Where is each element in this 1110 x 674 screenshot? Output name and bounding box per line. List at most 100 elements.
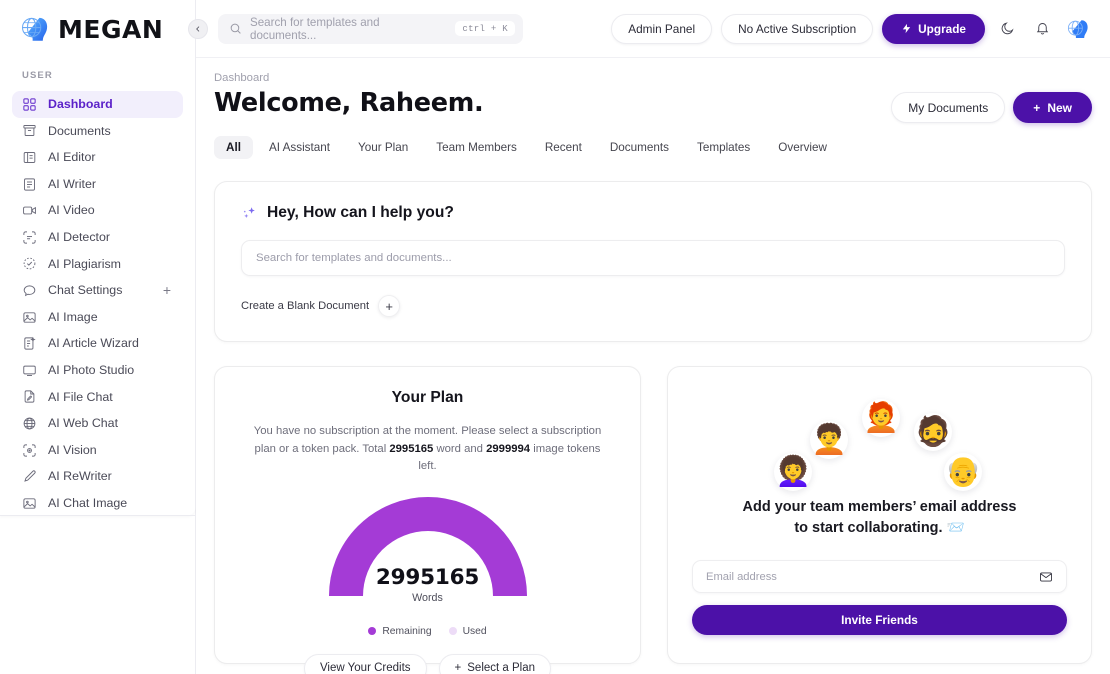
avatar[interactable] — [1064, 15, 1092, 43]
tab-documents[interactable]: Documents — [598, 136, 681, 159]
sidebar-nav-list: Dashboard Documents AI Editor AI Writer AI V… — [0, 91, 195, 517]
upgrade-button[interactable]: Upgrade — [882, 13, 985, 44]
brand-name: MEGAN — [58, 14, 164, 44]
video-camera-icon — [23, 206, 36, 215]
grid-icon — [23, 98, 36, 111]
sidebar-item-ai-image[interactable]: AI Image — [12, 304, 183, 331]
sidebar-item-label: AI Chat Image — [48, 496, 128, 510]
team-card-heading: Add your team members’ email address to … — [692, 497, 1067, 539]
theme-toggle-button[interactable] — [994, 16, 1020, 42]
team-member-avatar: 👴 — [944, 453, 982, 491]
view-your-credits-button[interactable]: View Your Credits — [303, 653, 427, 674]
dashboard-cards-row: Your Plan You have no subscription at th… — [214, 366, 1092, 674]
sidebar-item-ai-writer[interactable]: AI Writer — [12, 171, 183, 198]
plan-card-title: Your Plan — [391, 389, 464, 406]
sidebar-collapse-button[interactable] — [188, 19, 208, 39]
legend-label: Used — [462, 625, 487, 637]
notifications-button[interactable] — [1029, 16, 1055, 42]
sidebar-section-label: USER — [22, 70, 53, 81]
sidebar-item-ai-article-wizard[interactable]: AI Article Wizard — [12, 330, 183, 357]
legend-color-dot — [448, 627, 457, 635]
select-a-plan-label: Select a Plan — [467, 662, 536, 674]
sidebar-item-chat-settings[interactable]: Chat Settings + — [12, 277, 183, 304]
my-documents-button[interactable]: My Documents — [891, 92, 1006, 123]
top-bar: Search for templates and documents... ct… — [196, 0, 1110, 58]
sidebar-item-ai-editor[interactable]: AI Editor — [12, 144, 183, 171]
sidebar-item-dashboard[interactable]: Dashboard — [12, 91, 183, 118]
monitor-icon — [23, 365, 36, 376]
document-text-icon — [24, 177, 35, 191]
pencil-icon — [24, 470, 36, 482]
user-avatar-logo-icon — [1064, 15, 1092, 42]
team-member-avatar: 🧑‍🦱 — [810, 421, 848, 459]
email-placeholder: Email address — [706, 570, 777, 583]
plan-card-description: You have no subscription at the moment. … — [239, 423, 616, 476]
sidebar-item-label: AI Plagiarism — [48, 256, 121, 271]
legend-item: Used — [448, 625, 487, 637]
globe-icon — [23, 417, 36, 430]
assistant-search-placeholder: Search for templates and documents... — [256, 252, 452, 264]
sidebar-item-label: AI Image — [48, 309, 98, 324]
image-icon — [23, 498, 36, 509]
assistant-search-input[interactable]: Search for templates and documents... — [241, 240, 1065, 276]
tab-ai-assistant[interactable]: AI Assistant — [257, 136, 342, 159]
brand-logo[interactable]: MEGAN — [0, 0, 195, 58]
tab-all[interactable]: All — [214, 136, 253, 159]
team-member-avatar: 🧑‍🦰 — [862, 399, 900, 437]
check-circle-dashed-icon — [23, 258, 36, 270]
sidebar-item-documents[interactable]: Documents — [12, 118, 183, 145]
sidebar-item-label: Documents — [48, 123, 111, 138]
sidebar-item-ai-plagiarism[interactable]: AI Plagiarism — [12, 251, 183, 278]
plus-icon[interactable]: + — [378, 295, 401, 317]
image-icon — [23, 311, 36, 323]
tab-recent[interactable]: Recent — [533, 136, 594, 159]
add-chat-setting-icon[interactable]: + — [163, 283, 171, 297]
upgrade-label: Upgrade — [918, 21, 966, 36]
book-open-icon — [23, 152, 36, 163]
sidebar-item-ai-chat-image[interactable]: AI Chat Image — [12, 490, 183, 517]
main-area: Search for templates and documents... ct… — [196, 0, 1110, 674]
your-plan-card: Your Plan You have no subscription at th… — [214, 366, 641, 674]
envelope-emoji-icon: 📨 — [946, 520, 965, 537]
select-a-plan-button[interactable]: + Select a Plan — [438, 653, 552, 674]
subscription-status-button[interactable]: No Active Subscription — [721, 13, 874, 44]
global-search-input[interactable]: Search for templates and documents... ct… — [218, 13, 523, 44]
email-address-input[interactable]: Email address — [692, 560, 1067, 594]
plan-word-tokens: 2995165 — [389, 442, 434, 455]
legend-label: Remaining — [382, 625, 432, 637]
create-blank-document-row[interactable]: Create a Blank Document + — [241, 295, 1065, 317]
bell-icon — [1036, 23, 1048, 35]
sidebar-item-label: AI Video — [48, 203, 95, 218]
sidebar-item-label: AI Writer — [48, 176, 96, 191]
sidebar-item-label: AI Vision — [48, 442, 97, 457]
sidebar-item-ai-video[interactable]: AI Video — [12, 197, 183, 224]
chevron-left-icon — [196, 26, 200, 32]
sidebar-item-label: Chat Settings — [48, 283, 123, 298]
tab-overview[interactable]: Overview — [766, 136, 839, 159]
search-icon — [230, 23, 241, 34]
team-member-avatar: 🧔 — [914, 413, 952, 451]
tab-your-plan[interactable]: Your Plan — [346, 136, 420, 159]
tab-bar: All AI Assistant Your Plan Team Members Rece… — [214, 136, 1092, 159]
gauge-unit: Words — [412, 591, 443, 604]
sparkle-icon — [241, 205, 258, 222]
invite-friends-button[interactable]: Invite Friends — [692, 605, 1067, 636]
sidebar-item-ai-vision[interactable]: AI Vision — [12, 437, 183, 464]
tab-team-members[interactable]: Team Members — [424, 136, 529, 159]
sidebar-item-label: AI Detector — [48, 230, 110, 245]
sidebar-item-ai-web-chat[interactable]: AI Web Chat — [12, 410, 183, 437]
new-button[interactable]: + New — [1013, 92, 1092, 123]
sidebar-item-ai-photo-studio[interactable]: AI Photo Studio — [12, 357, 183, 384]
file-pencil-icon — [24, 390, 35, 403]
sidebar-item-ai-detector[interactable]: AI Detector — [12, 224, 183, 251]
sidebar-item-ai-file-chat[interactable]: AI File Chat — [12, 384, 183, 411]
team-avatar-cluster: 🧑‍🦱 🧑‍🦰 🧔 👩‍🦱 👴 — [692, 385, 1067, 495]
tab-templates[interactable]: Templates — [685, 136, 762, 159]
plan-image-tokens: 2999994 — [486, 442, 531, 455]
team-heading-line2: to start collaborating. — [794, 520, 943, 537]
article-wand-icon — [24, 336, 36, 350]
admin-panel-button[interactable]: Admin Panel — [611, 13, 713, 44]
team-members-card: 🧑‍🦱 🧑‍🦰 🧔 👩‍🦱 👴 Add your team members’ email… — [667, 366, 1092, 664]
search-shortcut-badge: ctrl + K — [455, 21, 515, 36]
sidebar-item-ai-rewriter[interactable]: AI ReWriter — [12, 463, 183, 490]
